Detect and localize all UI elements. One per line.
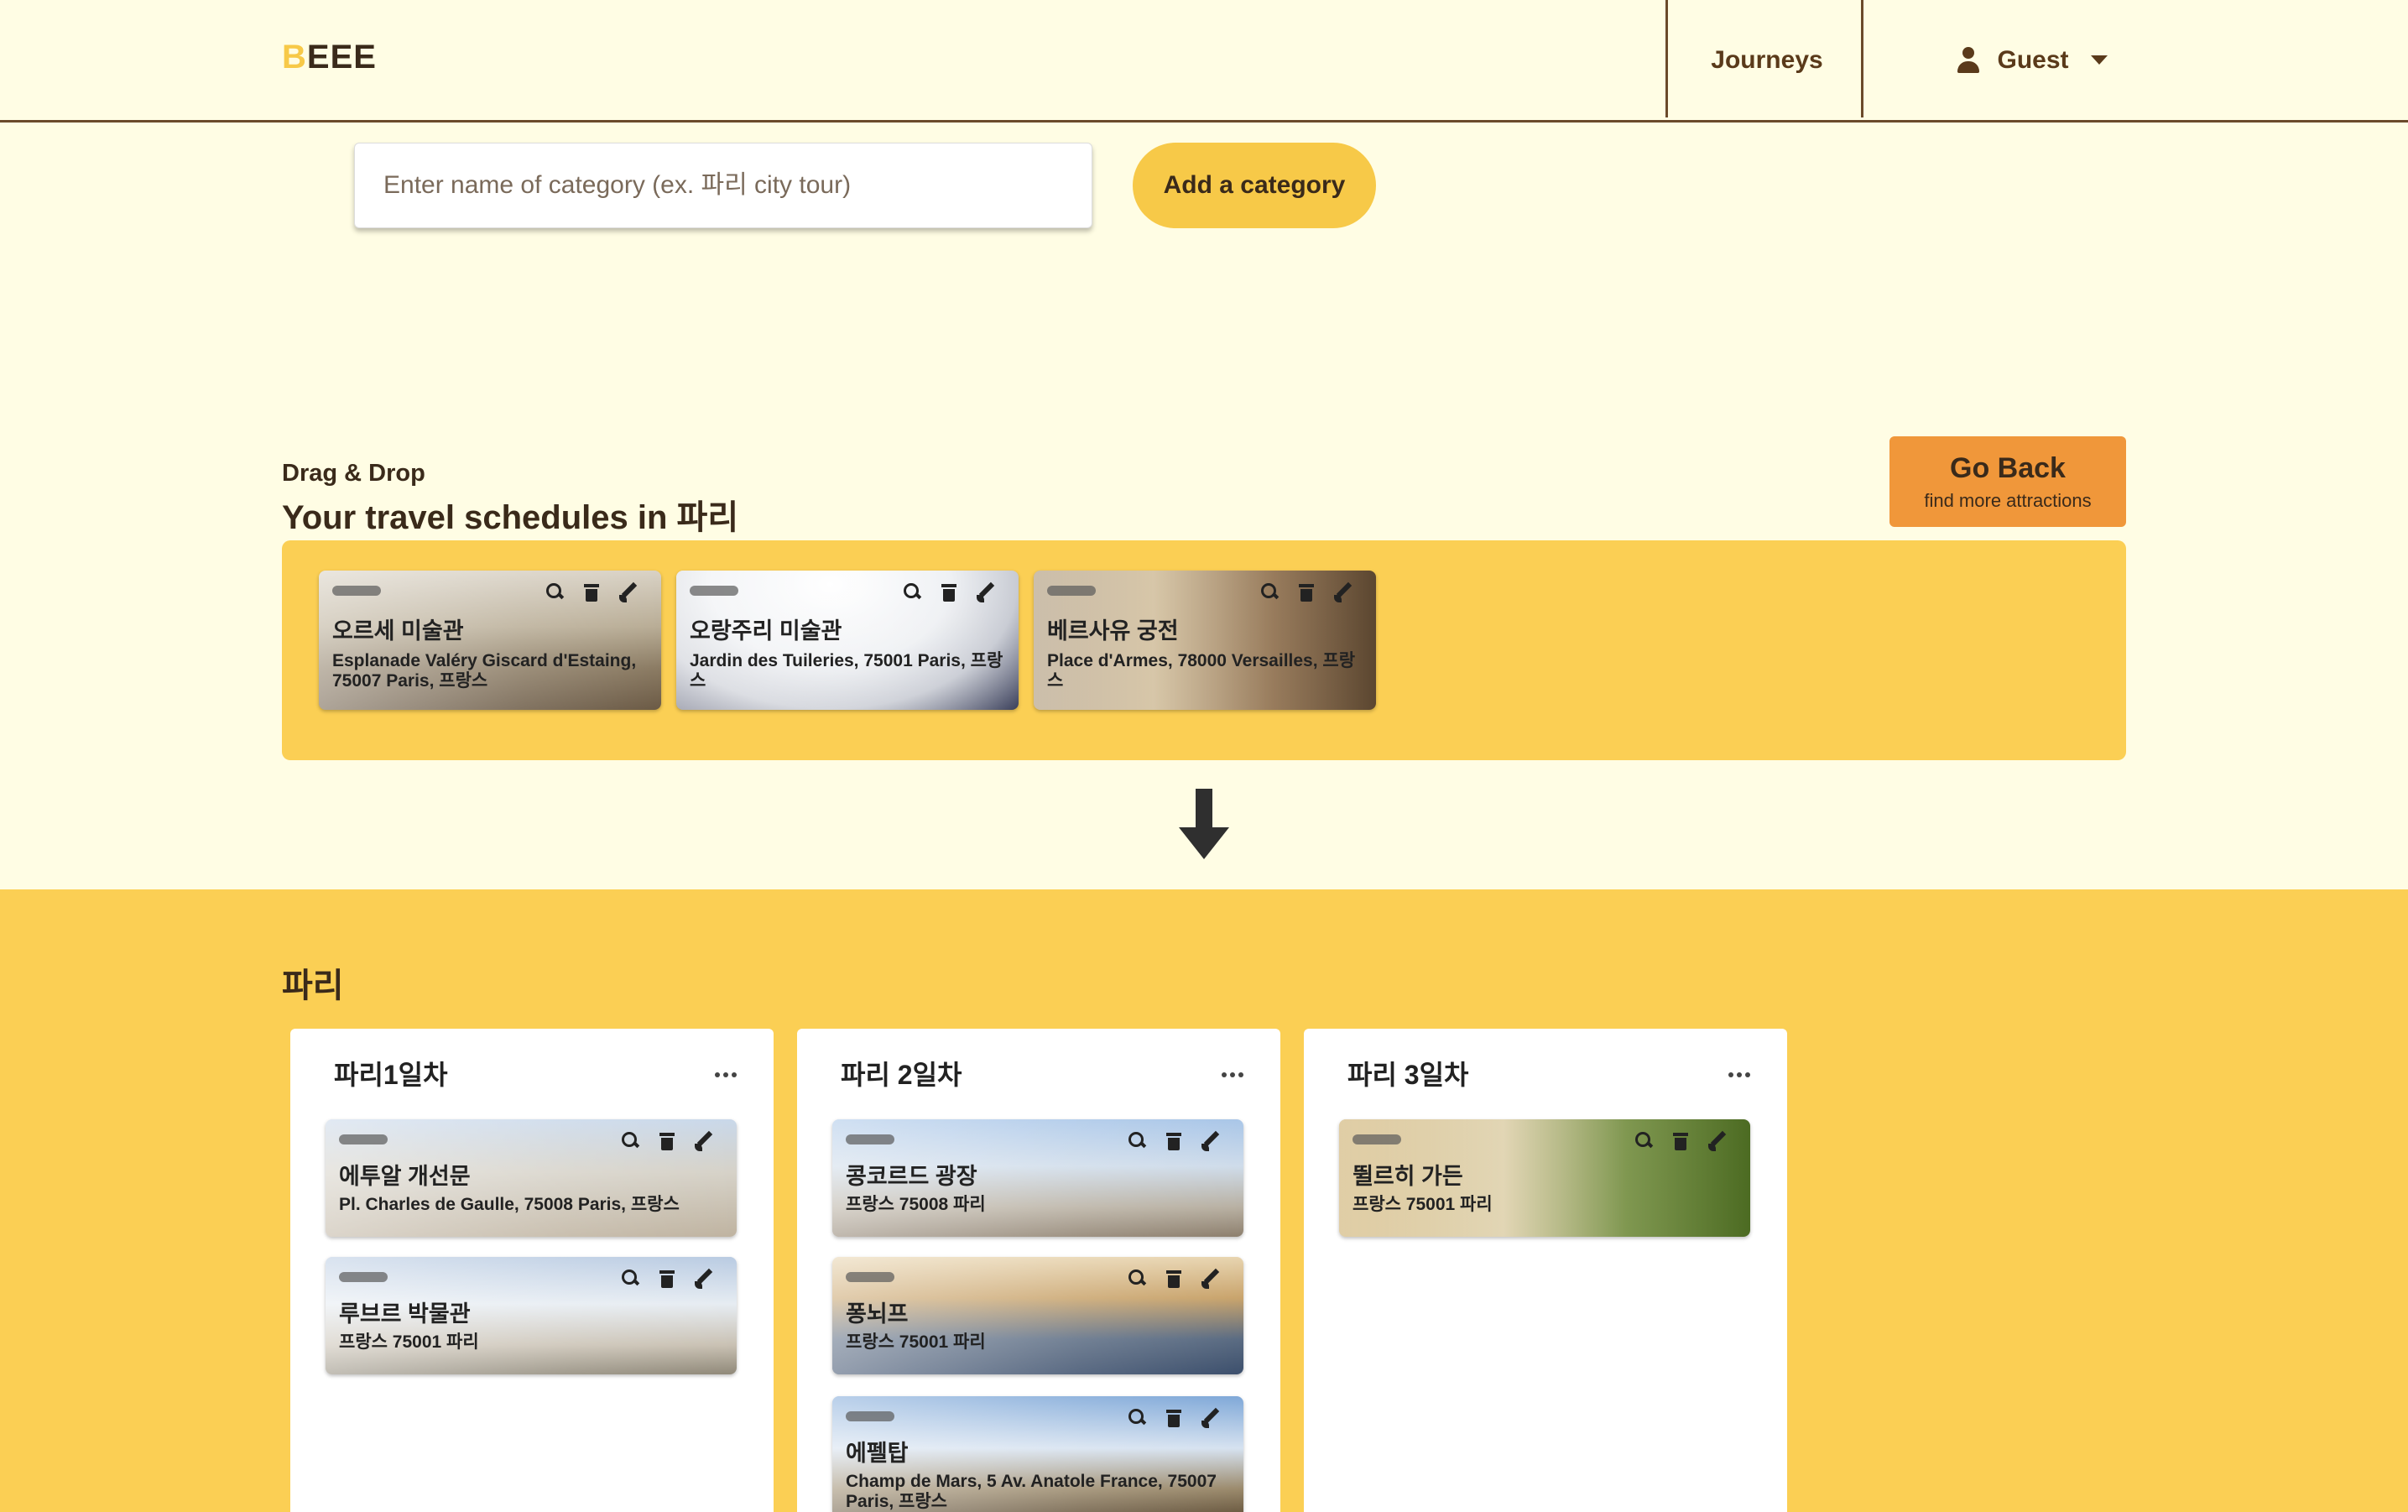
- drag-handle[interactable]: [846, 1411, 894, 1421]
- attraction-card[interactable]: 오르세 미술관 Esplanade Valéry Giscard d'Estai…: [319, 571, 661, 710]
- search-icon[interactable]: [1128, 1131, 1146, 1151]
- card-name: 오랑주리 미술관: [690, 618, 842, 644]
- go-back-label: Go Back: [1950, 451, 2066, 484]
- card-address: 프랑스 75001 파리: [846, 1332, 986, 1352]
- card-name: 오르세 미술관: [332, 618, 464, 644]
- brush-icon[interactable]: [1201, 1269, 1220, 1289]
- attraction-card[interactable]: 베르사유 궁전 Place d'Armes, 78000 Versailles,…: [1034, 571, 1376, 710]
- logo[interactable]: BEEE: [282, 39, 377, 76]
- user-name: Guest: [1997, 45, 2069, 74]
- day-column[interactable]: 파리 2일차 콩코르드 광장 프랑스 75008 파리 퐁뇌프 프랑스 7500…: [797, 1029, 1280, 1512]
- card-name: 베르사유 궁전: [1047, 618, 1179, 644]
- drag-handle[interactable]: [1047, 586, 1096, 596]
- attraction-card[interactable]: 퐁뇌프 프랑스 75001 파리: [832, 1257, 1243, 1374]
- top-header: BEEE Journeys Guest: [0, 0, 2408, 123]
- card-address: 프랑스 75008 파리: [846, 1195, 986, 1214]
- attraction-card[interactable]: 루브르 박물관 프랑스 75001 파리: [326, 1257, 737, 1374]
- add-category-button[interactable]: Add a category: [1133, 143, 1376, 228]
- card-name: 뛸르히 가든: [1353, 1164, 1463, 1189]
- drag-handle[interactable]: [332, 586, 381, 596]
- more-icon[interactable]: [1728, 1072, 1750, 1077]
- day-title: 파리 3일차: [1347, 1060, 1469, 1090]
- brush-icon[interactable]: [619, 582, 638, 602]
- day-column[interactable]: 파리 3일차 뛸르히 가든 프랑스 75001 파리: [1304, 1029, 1787, 1512]
- attraction-card[interactable]: 에투알 개선문 Pl. Charles de Gaulle, 75008 Par…: [326, 1119, 737, 1237]
- attraction-card[interactable]: 오랑주리 미술관 Jardin des Tuileries, 75001 Par…: [676, 571, 1019, 710]
- attraction-card[interactable]: 에펠탑 Champ de Mars, 5 Av. Anatole France,…: [832, 1396, 1243, 1512]
- search-icon[interactable]: [1260, 582, 1279, 602]
- search-icon[interactable]: [621, 1269, 639, 1289]
- go-back-button[interactable]: Go Back find more attractions: [1889, 436, 2126, 527]
- card-address: Jardin des Tuileries, 75001 Paris, 프랑스: [690, 651, 1003, 691]
- brush-icon[interactable]: [695, 1269, 713, 1289]
- trash-icon[interactable]: [940, 582, 958, 602]
- more-icon[interactable]: [1222, 1072, 1243, 1077]
- more-icon[interactable]: [715, 1072, 737, 1077]
- drag-handle[interactable]: [846, 1134, 894, 1144]
- nav-journeys-link[interactable]: Journeys: [1670, 0, 1864, 120]
- card-name: 에펠탑: [846, 1441, 909, 1466]
- search-icon[interactable]: [1128, 1408, 1146, 1428]
- category-name-input[interactable]: [354, 143, 1092, 228]
- brush-icon[interactable]: [1334, 582, 1353, 602]
- brush-icon[interactable]: [695, 1131, 713, 1151]
- user-icon: [1957, 46, 1980, 74]
- card-name: 루브르 박물관: [339, 1301, 471, 1327]
- trash-icon[interactable]: [658, 1269, 676, 1289]
- search-icon[interactable]: [545, 582, 564, 602]
- attraction-card[interactable]: 콩코르드 광장 프랑스 75008 파리: [832, 1119, 1243, 1237]
- brush-icon[interactable]: [1201, 1408, 1220, 1428]
- drag-handle[interactable]: [846, 1272, 894, 1282]
- nav-journeys-label: Journeys: [1711, 45, 1823, 74]
- card-address: 프랑스 75001 파리: [1353, 1195, 1493, 1214]
- trash-icon[interactable]: [582, 582, 601, 602]
- drag-handle[interactable]: [339, 1134, 388, 1144]
- search-icon[interactable]: [1634, 1131, 1653, 1151]
- brush-icon[interactable]: [1201, 1131, 1220, 1151]
- drag-handle[interactable]: [690, 586, 738, 596]
- brush-icon[interactable]: [977, 582, 995, 602]
- schedules-title: Your travel schedules in 파리: [282, 499, 739, 536]
- day-title: 파리1일차: [334, 1060, 448, 1090]
- arrow-down-icon: [1179, 789, 1229, 861]
- board-title: 파리: [282, 967, 344, 1004]
- trash-icon[interactable]: [1165, 1131, 1183, 1151]
- attraction-card[interactable]: 뛸르히 가든 프랑스 75001 파리: [1339, 1119, 1750, 1237]
- search-icon[interactable]: [1128, 1269, 1146, 1289]
- trash-icon[interactable]: [658, 1131, 676, 1151]
- day-title: 파리 2일차: [841, 1060, 962, 1090]
- schedule-tray[interactable]: 오르세 미술관 Esplanade Valéry Giscard d'Estai…: [282, 540, 2126, 760]
- card-address: Esplanade Valéry Giscard d'Estaing, 7500…: [332, 651, 637, 691]
- search-icon[interactable]: [621, 1131, 639, 1151]
- card-address: 프랑스 75001 파리: [339, 1332, 479, 1352]
- go-back-sublabel: find more attractions: [1924, 489, 2092, 511]
- drag-drop-label: Drag & Drop: [282, 460, 425, 487]
- logo-first-letter: B: [282, 39, 307, 76]
- drag-handle[interactable]: [339, 1272, 388, 1282]
- card-name: 퐁뇌프: [846, 1301, 909, 1327]
- nav-divider: [1861, 0, 1863, 117]
- drag-handle[interactable]: [1353, 1134, 1401, 1144]
- trash-icon[interactable]: [1297, 582, 1316, 602]
- trash-icon[interactable]: [1165, 1269, 1183, 1289]
- nav-divider: [1665, 0, 1668, 117]
- card-name: 콩코르드 광장: [846, 1164, 977, 1189]
- brush-icon[interactable]: [1708, 1131, 1727, 1151]
- caret-down-icon: [2090, 55, 2108, 65]
- logo-rest: EEE: [306, 39, 377, 76]
- day-column[interactable]: 파리1일차 에투알 개선문 Pl. Charles de Gaulle, 750…: [290, 1029, 774, 1512]
- card-address: Champ de Mars, 5 Av. Anatole France, 750…: [846, 1472, 1217, 1511]
- card-address: Place d'Armes, 78000 Versailles, 프랑스: [1047, 651, 1356, 691]
- trash-icon[interactable]: [1671, 1131, 1690, 1151]
- user-menu[interactable]: Guest: [1864, 0, 2200, 120]
- trash-icon[interactable]: [1165, 1408, 1183, 1428]
- search-icon[interactable]: [903, 582, 921, 602]
- card-address: Pl. Charles de Gaulle, 75008 Paris, 프랑스: [339, 1195, 680, 1214]
- card-name: 에투알 개선문: [339, 1164, 471, 1189]
